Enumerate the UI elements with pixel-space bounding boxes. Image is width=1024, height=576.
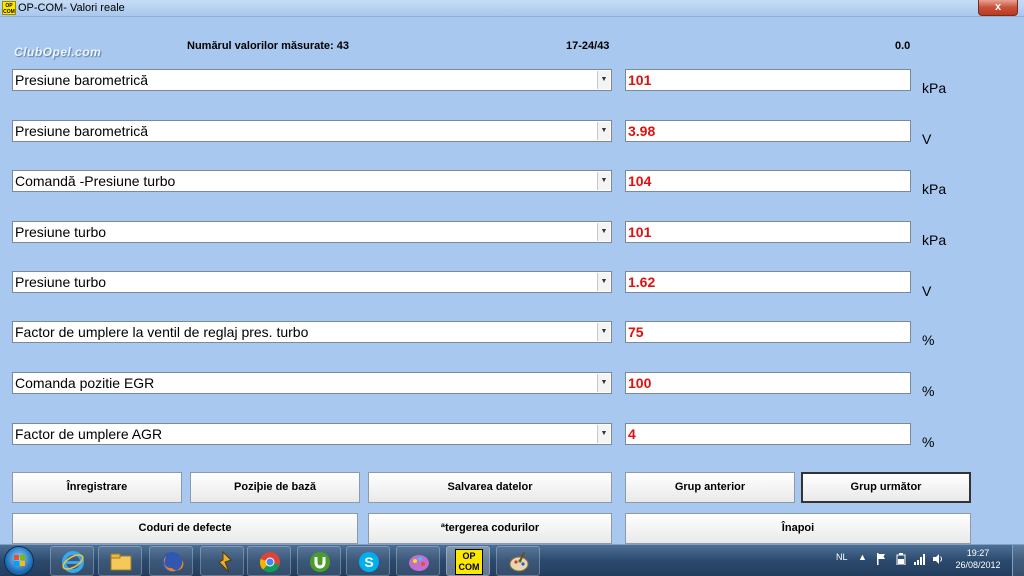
utorrent-icon bbox=[310, 552, 330, 572]
parameter-name: Factor de umplere AGR bbox=[15, 426, 163, 442]
clock-time: 19:27 bbox=[966, 548, 990, 558]
parameter-name: Presiune turbo bbox=[15, 224, 107, 240]
chevron-down-icon[interactable]: ▼ bbox=[597, 273, 610, 291]
skype-icon: S bbox=[359, 552, 379, 572]
parameter-select-5[interactable]: Presiune turbo ▼ bbox=[12, 271, 612, 293]
battery-icon[interactable] bbox=[896, 553, 906, 565]
unit-label-5: V bbox=[922, 283, 932, 299]
winamp-icon bbox=[218, 550, 232, 573]
taskbar-winamp[interactable] bbox=[200, 546, 244, 576]
save-data-button[interactable]: Salvarea datelor bbox=[368, 472, 612, 503]
parameter-name: Presiune turbo bbox=[15, 274, 107, 290]
chevron-down-icon[interactable]: ▼ bbox=[597, 425, 610, 443]
opcom-app-icon[interactable]: OP COM bbox=[2, 1, 16, 15]
parameter-select-8[interactable]: Factor de umplere AGR ▼ bbox=[12, 423, 612, 445]
taskbar-skype[interactable]: S bbox=[346, 546, 390, 576]
taskbar-paint[interactable] bbox=[496, 546, 540, 576]
taskbar-firefox[interactable] bbox=[149, 546, 193, 576]
chevron-down-icon[interactable]: ▼ bbox=[597, 71, 610, 89]
windows-logo-icon bbox=[14, 555, 26, 567]
parameter-select-3[interactable]: Comandă -Presiune turbo ▼ bbox=[12, 170, 612, 192]
firefox-icon bbox=[162, 552, 184, 572]
paint-palette-icon bbox=[509, 552, 529, 572]
back-button[interactable]: Înapoi bbox=[625, 513, 971, 544]
unit-label-6: % bbox=[922, 332, 935, 348]
tray-expand-icon[interactable]: ▲ bbox=[858, 552, 867, 562]
window-title: OP-COM- Valori reale bbox=[18, 2, 125, 14]
language-indicator[interactable]: NL bbox=[836, 552, 848, 562]
clubopel-logo: ClubOpel.com bbox=[14, 45, 102, 59]
unit-label-8: % bbox=[922, 434, 935, 450]
taskbar-file-explorer[interactable] bbox=[98, 546, 142, 576]
parameter-select-2[interactable]: Presiune barometrică ▼ bbox=[12, 120, 612, 142]
taskbar-opcom[interactable]: OP COM bbox=[446, 546, 490, 576]
chevron-down-icon[interactable]: ▼ bbox=[597, 374, 610, 392]
fault-codes-button[interactable]: Coduri de defecte bbox=[12, 513, 358, 544]
chevron-down-icon[interactable]: ▼ bbox=[597, 223, 610, 241]
clear-codes-button[interactable]: ªtergerea codurilor bbox=[368, 513, 612, 544]
next-group-button[interactable]: Grup următor bbox=[801, 472, 971, 503]
chrome-icon bbox=[259, 552, 280, 573]
close-button[interactable]: x bbox=[978, 0, 1018, 16]
paint-app-icon bbox=[409, 555, 429, 571]
value-field-4: 101 bbox=[625, 221, 911, 243]
value-field-8: 4 bbox=[625, 423, 911, 445]
clock-date: 26/08/2012 bbox=[955, 560, 1001, 570]
base-position-button[interactable]: Poziþie de bază bbox=[190, 472, 360, 503]
parameter-select-7[interactable]: Comanda pozitie EGR ▼ bbox=[12, 372, 612, 394]
parameter-select-1[interactable]: Presiune barometrică ▼ bbox=[12, 69, 612, 91]
unit-label-3: kPa bbox=[922, 181, 947, 197]
parameter-name: Comanda pozitie EGR bbox=[15, 375, 155, 391]
volume-icon[interactable] bbox=[932, 553, 944, 565]
taskbar-paint-app[interactable] bbox=[396, 546, 440, 576]
previous-group-button[interactable]: Grup anterior bbox=[625, 472, 795, 503]
parameter-name: Factor de umplere la ventil de reglaj pr… bbox=[15, 324, 309, 340]
internet-explorer-icon bbox=[62, 551, 84, 573]
parameter-name: Presiune barometrică bbox=[15, 123, 149, 139]
value-field-2: 3.98 bbox=[625, 120, 911, 142]
value-field-7: 100 bbox=[625, 372, 911, 394]
network-signal-icon[interactable] bbox=[914, 553, 926, 565]
taskbar: S OP COM bbox=[0, 544, 1024, 576]
parameter-name: Presiune barometrică bbox=[15, 72, 149, 88]
svg-text:S: S bbox=[364, 554, 373, 570]
unit-label-2: V bbox=[922, 131, 932, 147]
taskbar-utorrent[interactable] bbox=[297, 546, 341, 576]
start-button[interactable] bbox=[4, 546, 34, 576]
chevron-down-icon[interactable]: ▼ bbox=[597, 122, 610, 140]
time-value: 0.0 bbox=[895, 40, 911, 52]
value-field-6: 75 bbox=[625, 321, 911, 343]
file-explorer-icon bbox=[110, 553, 132, 571]
record-button[interactable]: Înregistrare bbox=[12, 472, 182, 503]
value-field-3: 104 bbox=[625, 170, 911, 192]
opcom-icon: OP COM bbox=[455, 549, 483, 575]
unit-label-7: % bbox=[922, 383, 935, 399]
parameter-select-4[interactable]: Presiune turbo ▼ bbox=[12, 221, 612, 243]
taskbar-chrome[interactable] bbox=[247, 546, 291, 576]
taskbar-internet-explorer[interactable] bbox=[50, 546, 94, 576]
value-field-1: 101 bbox=[625, 69, 911, 91]
parameter-select-6[interactable]: Factor de umplere la ventil de reglaj pr… bbox=[12, 321, 612, 343]
value-field-5: 1.62 bbox=[625, 271, 911, 293]
chevron-down-icon[interactable]: ▼ bbox=[597, 172, 610, 190]
parameter-name: Comandă -Presiune turbo bbox=[15, 173, 176, 189]
action-center-flag-icon[interactable] bbox=[876, 553, 886, 565]
unit-label-1: kPa bbox=[922, 80, 947, 96]
title-bar: OP COM OP-COM- Valori reale x bbox=[0, 0, 1024, 17]
show-desktop-button[interactable] bbox=[1012, 545, 1024, 576]
chevron-down-icon[interactable]: ▼ bbox=[597, 323, 610, 341]
group-range: 17-24/43 bbox=[566, 40, 610, 52]
taskbar-clock[interactable]: 19:27 26/08/2012 bbox=[955, 547, 1001, 571]
unit-label-4: kPa bbox=[922, 232, 947, 248]
measured-count-label: Numărul valorilor măsurate: 43 bbox=[187, 40, 350, 52]
